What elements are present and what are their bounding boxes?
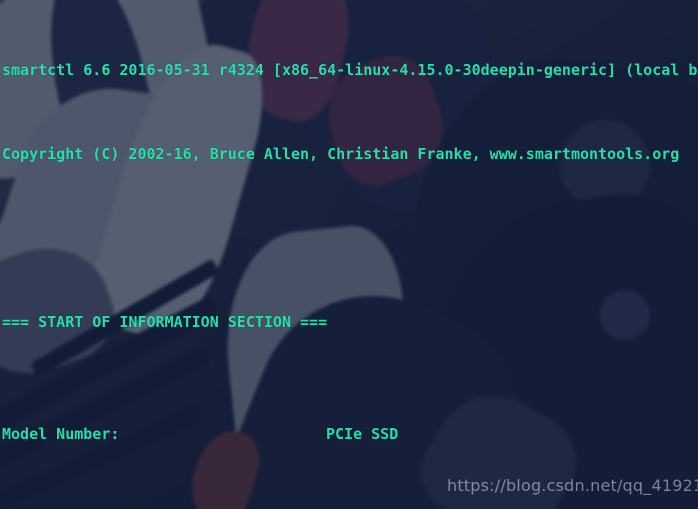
terminal-output: smartctl 6.6 2016-05-31 r4324 [x86_64-li… (0, 0, 698, 509)
field-value: PCIe SSD (326, 425, 399, 443)
terminal-window[interactable]: smartctl 6.6 2016-05-31 r4324 [x86_64-li… (0, 0, 698, 509)
field-key: Serial Number: (2, 504, 326, 509)
field-value: A0D607941DA700037390 (326, 504, 507, 509)
field-row-serial-number: Serial Number: A0D607941DA700037390 (0, 504, 698, 509)
information-section-header: === START OF INFORMATION SECTION === (2, 313, 328, 331)
field-row-model-number: Model Number: PCIe SSD (0, 420, 698, 448)
smartctl-copyright-line: Copyright (C) 2002-16, Bruce Allen, Chri… (2, 145, 680, 163)
field-key: Model Number: (2, 425, 120, 443)
smartctl-version-line: smartctl 6.6 2016-05-31 r4324 [x86_64-li… (2, 61, 698, 79)
